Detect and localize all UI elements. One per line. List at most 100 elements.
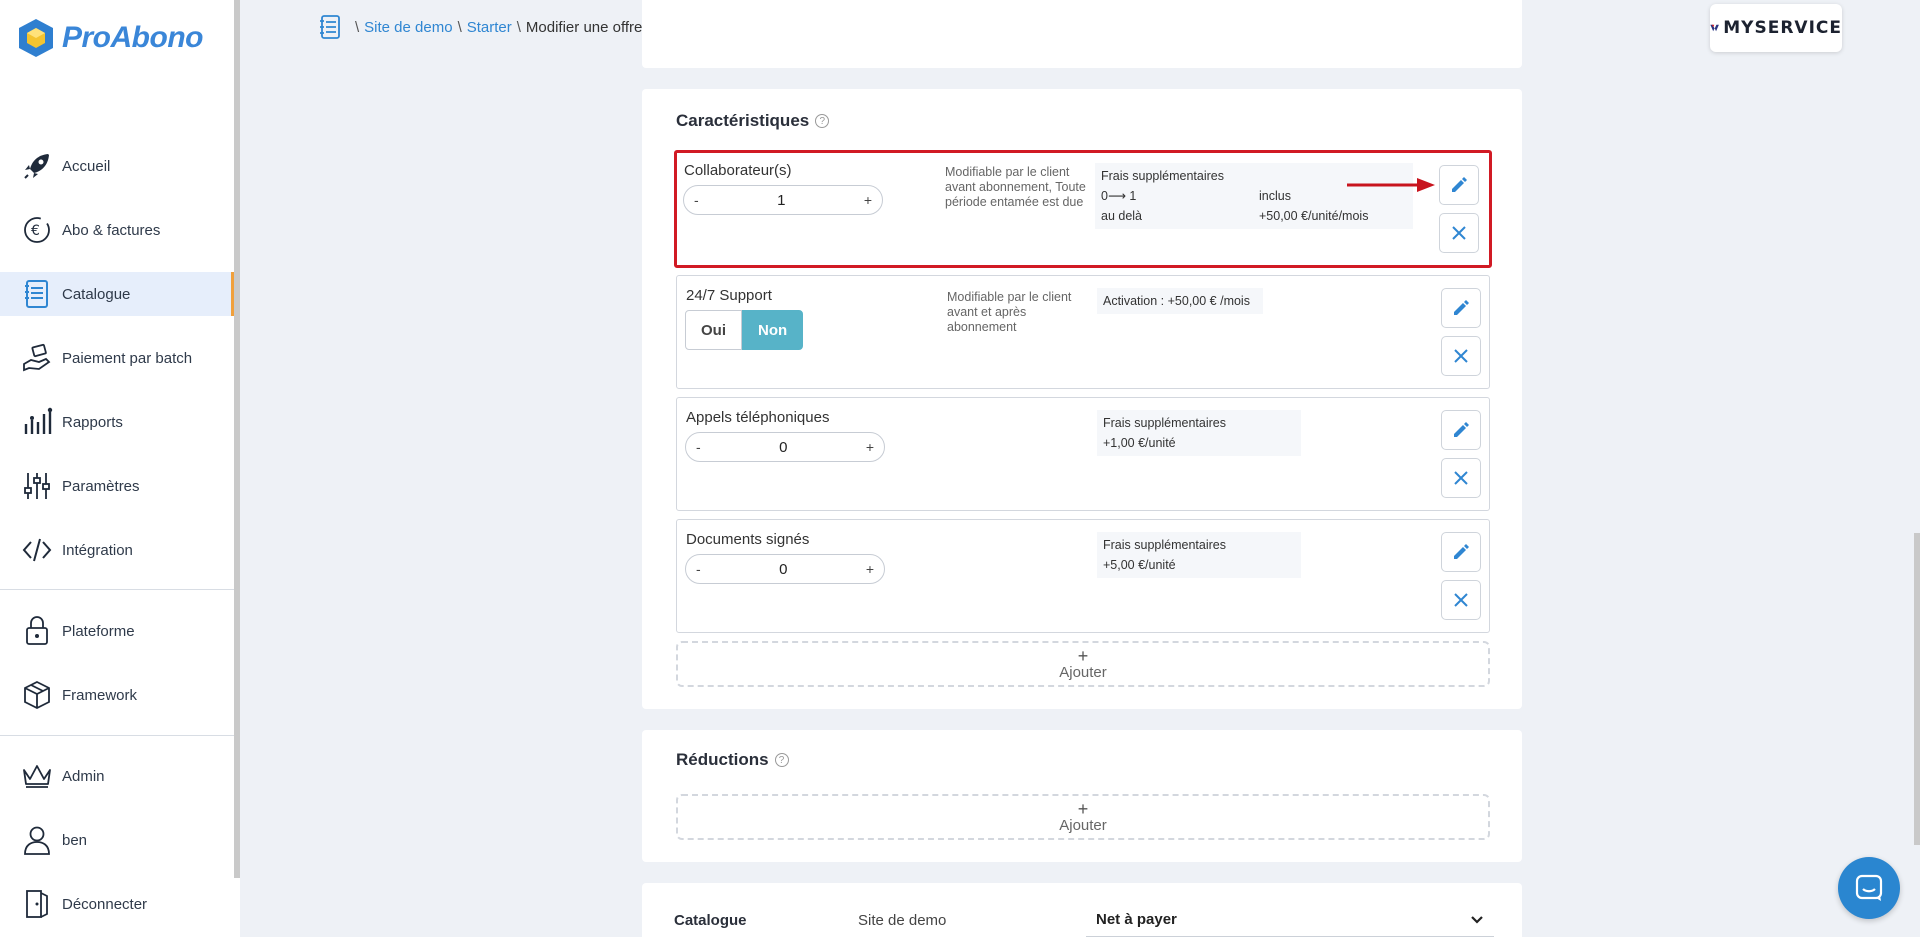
help-icon[interactable]: ? [774,753,789,767]
feature-name: Appels téléphoniques [686,409,830,426]
sidebar-item-label: ben [62,831,88,849]
sidebar-item-label: Framework [62,686,138,704]
door-icon [20,887,54,921]
lock-icon [20,614,54,648]
pricing-range: au delà [1101,209,1143,223]
logo-text: ProAbono [62,21,203,54]
quantity-value[interactable]: 0 [701,561,866,578]
add-reduction-button[interactable]: + Ajouter [676,794,1490,840]
brand-badge[interactable]: MYSERVICE [1710,4,1842,52]
user-icon [20,823,54,857]
delete-button[interactable] [1441,336,1481,376]
sliders-icon [20,469,54,503]
logo[interactable]: ProAbono [18,18,203,58]
sidebar-item-user[interactable]: ben [0,818,234,862]
features-card: Caractéristiques ? Collaborateur(s) - 1 … [642,89,1522,709]
breadcrumb-current: Modifier une offre [525,18,643,36]
euro-cycle-icon: € [20,213,54,247]
edit-button[interactable] [1441,410,1481,450]
increment-button[interactable]: + [866,561,874,577]
sidebar-item-admin[interactable]: Admin [0,754,234,798]
delete-button[interactable] [1441,580,1481,620]
edit-button[interactable] [1441,288,1481,328]
pencil-icon [1452,177,1467,192]
sidebar-divider [0,589,234,590]
chat-launcher-button[interactable] [1838,857,1900,919]
breadcrumb-separator: \ [516,18,521,36]
svg-text:€: € [31,223,40,239]
sidebar: ProAbono Accueil € Abo & factures Catalo… [0,0,240,937]
proabono-logo-icon [19,19,53,57]
quantity-value[interactable]: 0 [701,439,866,456]
payment-type-select[interactable]: Net à payer [1086,903,1494,937]
breadcrumb-site-link[interactable]: Site de demo [364,19,452,36]
sidebar-item-label: Intégration [62,541,133,559]
close-icon [1452,226,1466,240]
breadcrumb-separator: \ [355,18,360,36]
feature-row-collaborateurs: Collaborateur(s) - 1 + Modifiable par le… [674,150,1492,268]
sidebar-item-integration[interactable]: Intégration [0,528,234,572]
quantity-value[interactable]: 1 [699,192,864,209]
notebook-icon [20,277,54,311]
breadcrumb-offer-link[interactable]: Starter [467,19,512,36]
sidebar-item-catalogue[interactable]: Catalogue [0,272,234,316]
sidebar-item-accueil[interactable]: Accueil [0,144,234,188]
quantity-stepper[interactable]: - 0 + [685,432,885,462]
toggle-yes-option[interactable]: Oui [685,310,742,350]
sidebar-item-label: Admin [62,767,105,785]
increment-button[interactable]: + [866,439,874,455]
close-icon [1454,349,1468,363]
previous-section-card [642,0,1522,68]
delete-button[interactable] [1441,458,1481,498]
feature-name: 24/7 Support [686,287,772,304]
reductions-card: Réductions ? + Ajouter [642,730,1522,862]
brand-badge-text: MYSERVICE [1723,18,1842,38]
pricing-line: +5,00 €/unité [1103,558,1176,572]
sidebar-item-rapports[interactable]: Rapports [0,400,234,444]
sidebar-scrollbar[interactable] [234,0,240,878]
breadcrumb: \ Site de demo \ Starter \ Modifier une … [318,14,642,40]
close-icon [1454,471,1468,485]
pricing-title: Frais supplémentaires [1103,538,1226,552]
toggle-no-option[interactable]: Non [742,310,804,350]
sidebar-item-abo-factures[interactable]: € Abo & factures [0,208,234,252]
sidebar-item-plateforme[interactable]: Plateforme [0,609,234,653]
yes-no-toggle[interactable]: Oui Non [685,310,804,350]
sidebar-item-label: Paiement par batch [62,349,193,367]
pricing-box: Frais supplémentaires +5,00 €/unité [1097,532,1301,578]
sidebar-item-deconnecter[interactable]: Déconnecter [0,882,234,926]
sidebar-item-framework[interactable]: Framework [0,673,234,717]
feature-name: Collaborateur(s) [684,162,792,179]
pricing-range: 0⟶ 1 [1101,189,1137,203]
features-title-text: Caractéristiques [676,111,810,130]
edit-button[interactable] [1439,165,1479,205]
sidebar-item-label: Plateforme [62,622,135,640]
feature-row-documents: Documents signés - 0 + Frais supplémenta… [676,519,1490,633]
cube-icon [20,678,54,712]
sidebar-item-label: Accueil [62,157,111,175]
sidebar-item-label: Catalogue [62,285,131,303]
delete-button[interactable] [1439,213,1479,253]
chart-icon [20,405,54,439]
pricing-box: Frais supplémentaires +1,00 €/unité [1097,410,1301,456]
sidebar-item-parametres[interactable]: Paramètres [0,464,234,508]
feature-name: Documents signés [686,531,810,548]
pricing-price: inclus [1259,189,1291,203]
plus-icon: + [1077,799,1089,819]
select-value: Net à payer [1096,911,1177,928]
hand-money-icon [20,341,54,375]
help-icon[interactable]: ? [815,114,830,128]
add-label: Ajouter [1059,664,1107,681]
pricing-box: Frais supplémentaires 0⟶ 1 inclus au del… [1095,163,1413,229]
sidebar-item-paiement-batch[interactable]: Paiement par batch [0,336,234,380]
edit-button[interactable] [1441,532,1481,572]
myservice-logo-icon [1710,24,1719,32]
add-feature-button[interactable]: + Ajouter [676,641,1490,687]
increment-button[interactable]: + [864,192,872,208]
quantity-stepper[interactable]: - 0 + [685,554,885,584]
quantity-stepper[interactable]: - 1 + [683,185,883,215]
feature-note: Modifiable par le client avant abonnemen… [945,165,1086,209]
pricing-row: au delà +50,00 €/unité/mois [1101,206,1407,226]
reductions-title: Réductions ? [676,750,789,770]
page-scrollbar[interactable] [1914,533,1920,845]
